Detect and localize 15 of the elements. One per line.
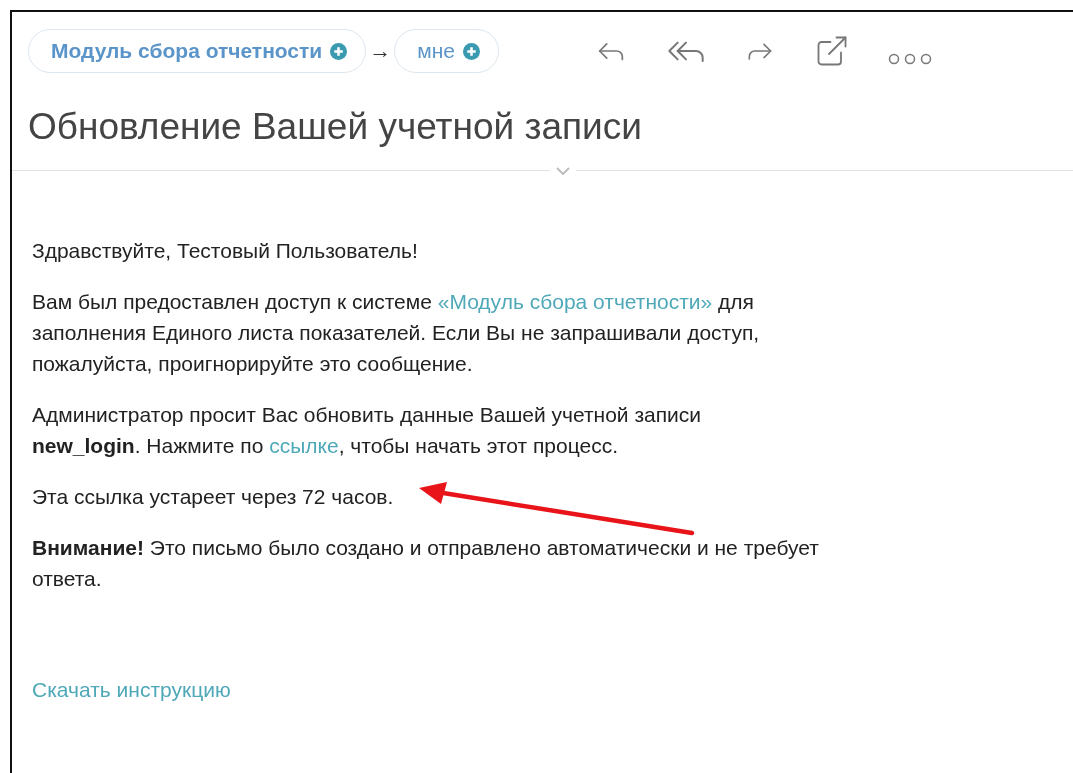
email-paragraph: Вам был предоставлен доступ к системе «Модуль сбора отчетности» для заполнения Единого листа показателей. Если Вы не запрашивали доступ, пожалуйста, проигнорируйте это сообщение. — [32, 289, 760, 377]
email-paragraph: Здравствуйте, Тестовый Пользователь! — [32, 238, 418, 264]
email-paragraph: Администратор просит Вас обновить данные Вашей учетной записи new_login. Нажмите по ссылке, чтобы начать этот процесс. — [32, 402, 702, 459]
email-subject: Обновление Вашей учетной записи — [28, 106, 643, 148]
plus-icon[interactable] — [330, 42, 348, 60]
text-link[interactable]: «Модуль сбора отчетности» — [437, 290, 713, 313]
sender-chip[interactable]: Модуль сбора отчетности — [28, 29, 367, 73]
recipient-chip[interactable]: мне — [394, 29, 499, 73]
download-link[interactable]: Скачать инструкцию — [32, 678, 231, 702]
more-icon[interactable] — [887, 53, 932, 65]
email-paragraph: Внимание! Это письмо было создано и отправлено автоматически и не требует ответа. — [32, 535, 819, 592]
email-paragraph: Эта ссылка устареет через 72 часов. — [32, 484, 394, 510]
arrow-symbol: → — [369, 38, 392, 64]
plus-icon[interactable] — [462, 42, 480, 60]
text-link[interactable]: ссылке — [269, 434, 339, 457]
